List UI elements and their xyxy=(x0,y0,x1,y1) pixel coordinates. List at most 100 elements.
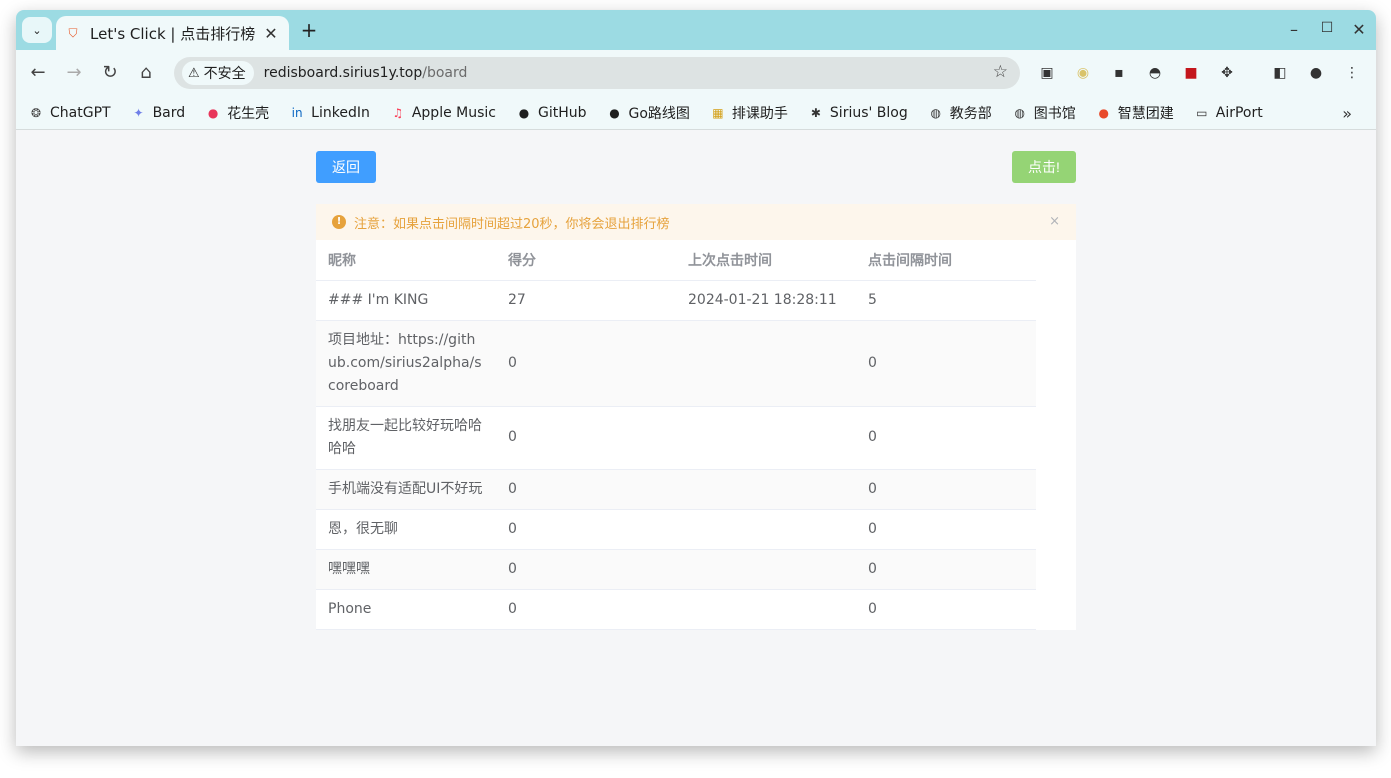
click-button[interactable]: 点击! xyxy=(1012,151,1076,183)
bookmark-label: 智慧团建 xyxy=(1117,105,1174,122)
bookmark-item[interactable]: ✦ Bard xyxy=(131,105,186,121)
linkedin-icon: in xyxy=(291,105,303,120)
bookmark-item[interactable]: ▭ AirPort xyxy=(1194,105,1263,121)
header-score: 得分 xyxy=(496,240,676,281)
table-row: 项目地址：https://github.com/sirius2alpha/sco… xyxy=(316,320,1036,407)
reload-icon[interactable]: ↻ xyxy=(98,61,122,85)
bookmark-item[interactable]: ◍ 教务部 xyxy=(928,103,992,123)
extensions-puzzle-icon[interactable]: ✥ xyxy=(1217,63,1237,83)
browser-toolbar: ← → ↻ ⌂ ⚠ 不安全 redisboard.sirius1y.top/bo… xyxy=(16,50,1376,96)
tab-close-icon[interactable]: ✕ xyxy=(263,24,279,43)
cell-last-click-time xyxy=(676,469,856,510)
side-panel-icon[interactable]: ◧ xyxy=(1270,63,1290,83)
bookmarks-bar: ❂ ChatGPT ✦ Bard ● 花生壳 in LinkedIn ♫ Apple Music ●… xyxy=(16,96,1376,130)
alert-close-icon[interactable]: × xyxy=(1049,214,1060,229)
cell-score: 0 xyxy=(496,549,676,590)
bard-icon: ✦ xyxy=(133,105,144,120)
extension-circle-icon[interactable]: ◉ xyxy=(1073,63,1093,83)
cell-score: 27 xyxy=(496,280,676,321)
cell-score: 0 xyxy=(496,589,676,630)
cell-click-interval: 0 xyxy=(856,509,1036,550)
menu-dots-icon[interactable]: ⋮ xyxy=(1342,63,1362,83)
bookmark-label: ChatGPT xyxy=(50,104,111,121)
cell-score: 0 xyxy=(496,406,676,470)
bookmark-item[interactable]: ◍ 图书馆 xyxy=(1012,103,1076,123)
leaderboard-table: 昵称 得分 上次点击时间 点击间隔时间 ### I'm KING 27 2024-0… xyxy=(316,240,1036,630)
brave-shield-icon: ⛉ xyxy=(68,26,78,40)
bookmark-item[interactable]: ● 花生壳 xyxy=(205,103,269,123)
table-header-row: 昵称 得分 上次点击时间 点击间隔时间 xyxy=(316,240,1036,281)
bookmark-item[interactable]: ● GitHub xyxy=(516,105,587,121)
schedule-icon: ▦ xyxy=(712,105,724,120)
bookmark-label: Sirius' Blog xyxy=(829,104,908,121)
home-icon[interactable]: ⌂ xyxy=(134,61,158,85)
url-text[interactable]: redisboard.sirius1y.top/board xyxy=(264,65,468,81)
github-icon: ● xyxy=(518,105,530,120)
back-button[interactable]: 返回 xyxy=(316,151,376,183)
bookmark-item[interactable]: ● 智慧团建 xyxy=(1096,103,1174,123)
cell-nickname: 项目地址：https://github.com/sirius2alpha/sco… xyxy=(316,320,496,407)
globe-icon: ◍ xyxy=(1014,105,1025,120)
cell-last-click-time xyxy=(676,509,856,550)
chatgpt-icon: ❂ xyxy=(30,105,42,120)
tab-search-button[interactable]: ⌄ xyxy=(22,17,52,43)
cell-click-interval: 0 xyxy=(856,320,1036,407)
cell-score: 0 xyxy=(496,320,676,407)
cell-click-interval: 0 xyxy=(856,589,1036,630)
blog-icon: ✱ xyxy=(810,105,821,120)
bookmark-label: Bard xyxy=(152,104,186,121)
alert-text: 注意：如果点击间隔时间超过20秒，你将会退出排行榜 xyxy=(354,216,670,232)
maximize-icon[interactable]: ☐ xyxy=(1317,20,1337,36)
security-label: 不安全 xyxy=(203,66,246,82)
profile-avatar[interactable]: ● xyxy=(1306,63,1326,83)
globe-icon: ◍ xyxy=(930,105,941,120)
warning-triangle-icon: ⚠ xyxy=(188,65,200,81)
cell-score: 0 xyxy=(496,509,676,550)
cell-click-interval: 0 xyxy=(856,469,1036,510)
header-last-click-time: 上次点击时间 xyxy=(676,240,856,281)
tab-title: Let's Click | 点击排行榜 xyxy=(90,24,256,43)
address-bar[interactable]: ⚠ 不安全 redisboard.sirius1y.top/board ☆ xyxy=(174,57,1020,89)
bookmark-label: Apple Music xyxy=(411,104,496,121)
back-arrow-icon[interactable]: ← xyxy=(26,61,50,85)
extension-ninja-icon[interactable]: ◓ xyxy=(1145,63,1165,83)
table-row: 嘿嘿嘿 0 0 xyxy=(316,549,1036,590)
header-nickname: 昵称 xyxy=(316,240,496,281)
bookmark-item[interactable]: ❂ ChatGPT xyxy=(28,105,111,121)
table-row: 恩，很无聊 0 0 xyxy=(316,509,1036,550)
bookmark-item[interactable]: ▦ 排课助手 xyxy=(710,103,788,123)
table-row: 手机端没有适配UI不好玩 0 0 xyxy=(316,469,1036,510)
minimize-icon[interactable]: – xyxy=(1284,20,1304,39)
cell-nickname: 找朋友一起比较好玩哈哈哈哈 xyxy=(316,406,496,470)
bookmark-label: 教务部 xyxy=(949,105,992,122)
new-tab-button[interactable]: + xyxy=(298,19,320,41)
bookmark-item[interactable]: ♫ Apple Music xyxy=(390,105,496,121)
active-tab[interactable]: ⛉ Let's Click | 点击排行榜 ✕ xyxy=(56,16,289,50)
youth-league-icon: ● xyxy=(1098,105,1109,120)
browser-window: ⌄ ⛉ Let's Click | 点击排行榜 ✕ + – ☐ ✕ ← → ↻ … xyxy=(16,10,1376,746)
extension-tampermonkey-icon[interactable]: ▪ xyxy=(1109,63,1129,83)
url-path: /board xyxy=(422,65,468,81)
cell-nickname: Phone xyxy=(316,589,496,630)
cell-nickname: 恩，很无聊 xyxy=(316,509,496,550)
bookmark-label: GitHub xyxy=(537,104,587,121)
bookmark-item[interactable]: in LinkedIn xyxy=(289,105,370,121)
bookmark-item[interactable]: ● Go路线图 xyxy=(607,103,690,123)
cell-nickname: 手机端没有适配UI不好玩 xyxy=(316,469,496,510)
security-chip[interactable]: ⚠ 不安全 xyxy=(182,61,254,85)
extension-pdf-icon[interactable]: ■ xyxy=(1181,63,1201,83)
github-icon: ● xyxy=(609,105,620,120)
bookmarks-overflow-icon[interactable]: » xyxy=(1342,104,1352,123)
bookmark-item[interactable]: ✱ Sirius' Blog xyxy=(808,105,908,121)
cell-click-interval: 5 xyxy=(856,280,1036,321)
cell-last-click-time xyxy=(676,406,856,470)
forward-arrow-icon[interactable]: → xyxy=(62,61,86,85)
bookmark-star-icon[interactable]: ☆ xyxy=(993,62,1008,82)
leaderboard-table-wrap: 昵称 得分 上次点击时间 点击间隔时间 ### I'm KING 27 2024-0… xyxy=(316,240,1076,630)
bookmark-label: LinkedIn xyxy=(311,104,370,121)
bookmark-label: 排课助手 xyxy=(731,105,788,122)
window-close-icon[interactable]: ✕ xyxy=(1349,20,1369,39)
cell-last-click-time xyxy=(676,589,856,630)
bookmark-label: 图书馆 xyxy=(1033,105,1076,122)
reading-list-icon[interactable]: ▣ xyxy=(1037,63,1057,83)
